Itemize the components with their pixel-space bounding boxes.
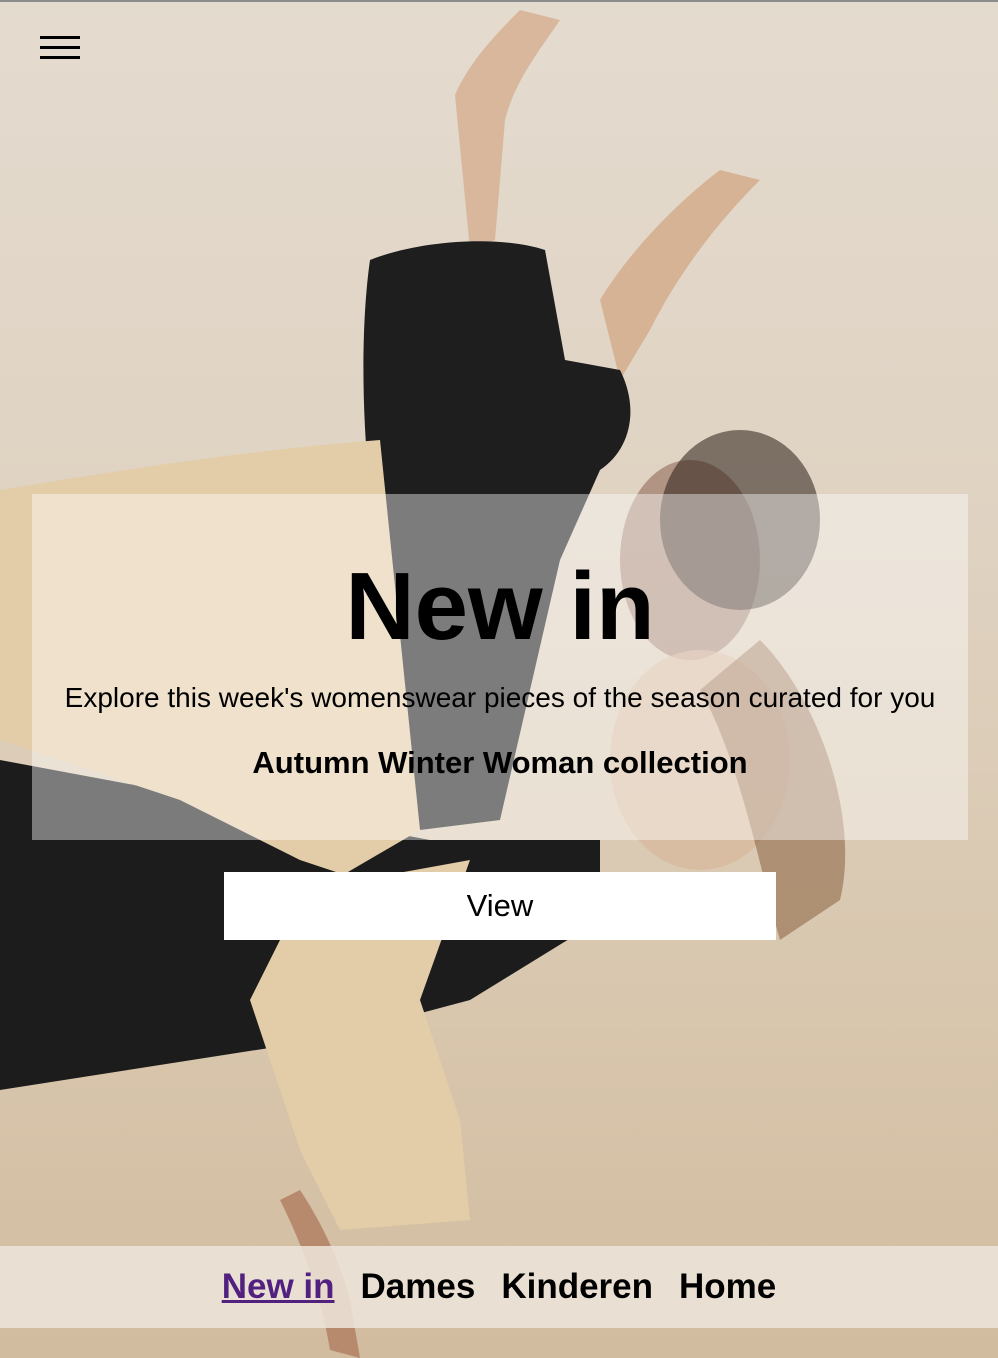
hamburger-menu-icon[interactable]	[40, 36, 80, 60]
bottom-nav: New in Dames Kinderen Home	[0, 1246, 998, 1328]
nav-link-home[interactable]: Home	[679, 1266, 776, 1308]
hamburger-line	[40, 36, 80, 39]
top-border	[0, 0, 998, 2]
hero-title: New in	[345, 553, 655, 660]
nav-link-dames[interactable]: Dames	[361, 1266, 476, 1308]
hamburger-line	[40, 46, 80, 49]
hero-subtitle: Explore this week's womenswear pieces of…	[64, 682, 936, 713]
view-button[interactable]: View	[224, 872, 776, 940]
nav-link-kinderen[interactable]: Kinderen	[501, 1266, 653, 1308]
collection-name: Autumn Winter Woman collection	[252, 745, 748, 780]
hero-text-panel: New in Explore this week's womenswear pi…	[32, 494, 968, 840]
hamburger-line	[40, 56, 80, 59]
nav-link-new-in[interactable]: New in	[222, 1266, 335, 1308]
